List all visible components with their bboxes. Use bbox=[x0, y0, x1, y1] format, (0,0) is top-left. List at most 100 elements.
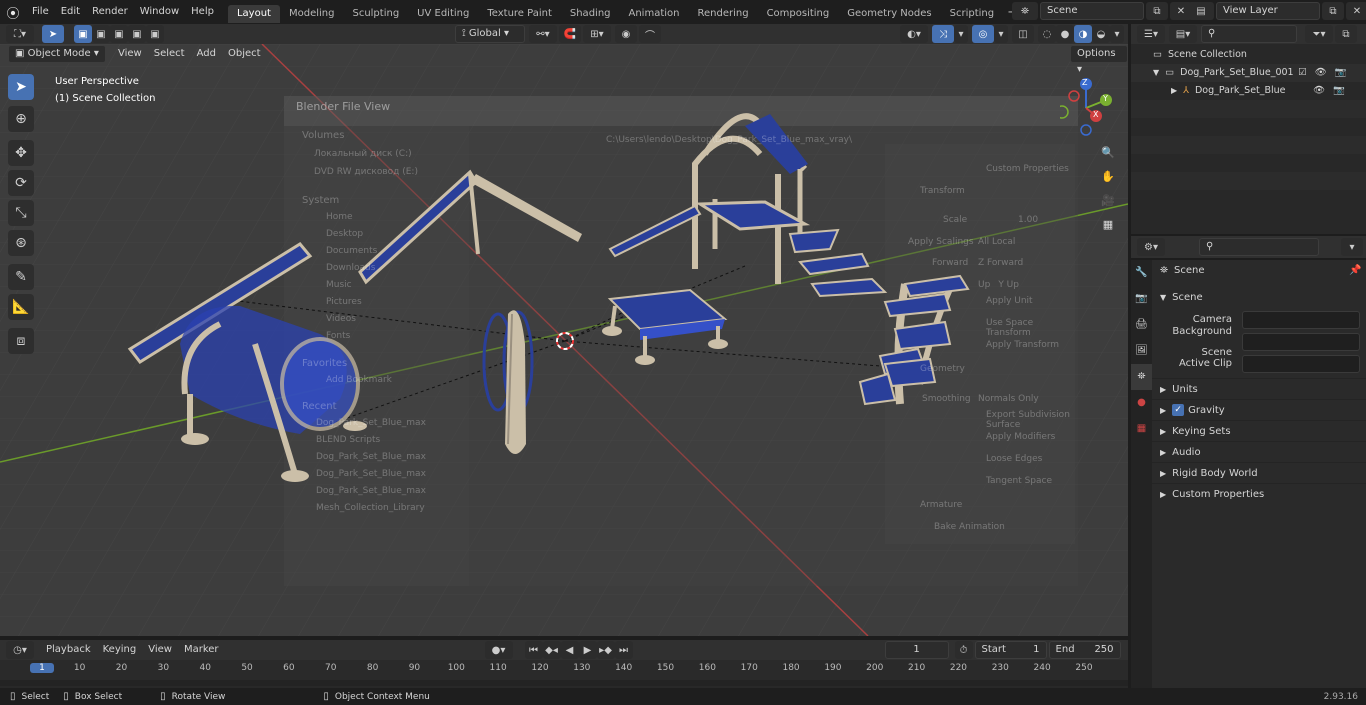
move-tool-icon[interactable]: ✥ bbox=[8, 140, 34, 166]
scene-name-field[interactable]: Scene bbox=[1040, 2, 1144, 20]
camera-view-icon[interactable]: 🎥 bbox=[1098, 190, 1118, 210]
tab-layout[interactable]: Layout bbox=[227, 4, 280, 23]
panel-custom-properties[interactable]: ▶ Custom Properties bbox=[1152, 483, 1366, 504]
current-frame-marker[interactable]: 1 bbox=[30, 663, 54, 673]
preview-range-icon[interactable]: ⏱ bbox=[954, 641, 973, 659]
proportional-edit-icon[interactable]: ◉ bbox=[615, 25, 637, 43]
shading-wireframe-icon[interactable]: ◌ bbox=[1038, 25, 1056, 43]
menu-help[interactable]: Help bbox=[185, 0, 220, 24]
overlay-dropdown-icon[interactable]: ▾ bbox=[994, 25, 1008, 43]
eye-icon[interactable]: 👁 bbox=[1315, 64, 1327, 82]
select-invert-icon[interactable]: ▣ bbox=[128, 25, 146, 43]
editor-type-icon[interactable]: ⛶▾ bbox=[6, 25, 34, 43]
snap-icon[interactable]: 🧲 bbox=[559, 25, 581, 43]
display-mode-icon[interactable]: ▤▾ bbox=[1169, 25, 1197, 43]
tab-rendering[interactable]: Rendering bbox=[688, 5, 757, 23]
output-tab-icon[interactable]: 🖨 bbox=[1131, 312, 1152, 338]
transform-tool-icon[interactable]: ⊛ bbox=[8, 230, 34, 256]
viewport-menu-add[interactable]: Add bbox=[191, 44, 222, 64]
new-scene-icon[interactable]: ⧉ bbox=[1146, 2, 1168, 20]
viewport-menu-view[interactable]: View bbox=[112, 44, 148, 64]
end-frame-field[interactable]: End 250 bbox=[1048, 641, 1121, 659]
jump-keyframe-back-icon[interactable]: ◆◂ bbox=[542, 641, 561, 659]
select-extend-icon[interactable]: ▣ bbox=[92, 25, 110, 43]
zoom-icon[interactable]: 🔍 bbox=[1098, 142, 1118, 162]
tool-tab-icon[interactable]: 🔧 bbox=[1131, 260, 1152, 286]
property-field-input[interactable] bbox=[1242, 332, 1360, 351]
shading-solid-icon[interactable]: ● bbox=[1056, 25, 1074, 43]
current-frame-field[interactable]: 1 bbox=[884, 641, 949, 659]
annotate-tool-icon[interactable]: ✎ bbox=[8, 264, 34, 290]
camera-render-icon[interactable]: 📷 bbox=[1335, 64, 1347, 82]
rotate-tool-icon[interactable]: ⟳ bbox=[8, 170, 34, 196]
select-subtract-icon[interactable]: ▣ bbox=[110, 25, 128, 43]
pan-hand-icon[interactable]: ✋ bbox=[1098, 166, 1118, 186]
timeline-editor-icon[interactable]: ◷▾ bbox=[6, 641, 34, 659]
camera-render-icon[interactable]: 📷 bbox=[1333, 82, 1345, 100]
scale-tool-icon[interactable]: ⤡ bbox=[8, 200, 34, 226]
start-frame-field[interactable]: Start 1 bbox=[974, 641, 1047, 659]
panel-keying-sets[interactable]: ▶ Keying Sets bbox=[1152, 420, 1366, 441]
gravity-checkbox-icon[interactable]: ✓ bbox=[1172, 404, 1185, 416]
tab-modeling[interactable]: Modeling bbox=[280, 5, 344, 23]
snap-target-icon[interactable]: ⊞▾ bbox=[583, 25, 611, 43]
outliner-item-row[interactable]: ▼ ▭ Dog_Park_Set_Blue_001 ☑ 👁 📷 bbox=[1131, 64, 1366, 82]
tab-shading[interactable]: Shading bbox=[561, 5, 620, 23]
exclude-checkbox-icon[interactable]: ☑ bbox=[1298, 64, 1307, 82]
record-button-icon[interactable]: ●▾ bbox=[484, 641, 513, 659]
scene-panel-header[interactable]: ▼ Scene bbox=[1152, 287, 1366, 308]
tab-texture-paint[interactable]: Texture Paint bbox=[478, 5, 561, 23]
panel-units[interactable]: ▶ Units bbox=[1152, 378, 1366, 399]
outliner-item-row[interactable]: ▶ ⅄ Dog_Park_Set_Blue 👁 📷 bbox=[1131, 82, 1366, 100]
world-tab-icon[interactable]: ● bbox=[1131, 390, 1152, 416]
viewport-menu-select[interactable]: Select bbox=[148, 44, 191, 64]
play-icon[interactable]: ▶ bbox=[578, 641, 597, 659]
property-field-input[interactable] bbox=[1242, 310, 1360, 329]
property-field-input[interactable] bbox=[1242, 354, 1360, 373]
gizmo-icon[interactable]: ⤨ bbox=[932, 25, 954, 43]
shading-material-icon[interactable]: ◑ bbox=[1074, 25, 1092, 43]
play-reverse-icon[interactable]: ◀ bbox=[560, 641, 579, 659]
overlay-icon[interactable]: ◎ bbox=[972, 25, 994, 43]
viewport-menu-object[interactable]: Object bbox=[222, 44, 267, 64]
texture-tab-icon[interactable]: ▦ bbox=[1131, 416, 1152, 442]
timeline-menu-marker[interactable]: Marker bbox=[178, 640, 225, 660]
outliner-editor-icon[interactable]: ☰▾ bbox=[1137, 25, 1165, 43]
new-collection-icon[interactable]: ⧉ bbox=[1335, 25, 1357, 43]
render-tab-icon[interactable]: 📷 bbox=[1131, 286, 1152, 312]
menu-edit[interactable]: Edit bbox=[55, 0, 86, 24]
menu-file[interactable]: File bbox=[26, 0, 55, 24]
expand-arrow-icon[interactable]: ▶ bbox=[1171, 82, 1177, 100]
timeline-menu-keying[interactable]: Keying bbox=[97, 640, 143, 660]
options-dropdown[interactable]: Options ▾ bbox=[1070, 45, 1128, 75]
tab-uv-editing[interactable]: UV Editing bbox=[408, 5, 478, 23]
navigation-gizmo[interactable]: Z Y X bbox=[1055, 74, 1124, 138]
properties-editor-icon[interactable]: ⚙▾ bbox=[1137, 238, 1165, 256]
shading-dropdown-icon[interactable]: ▾ bbox=[1110, 25, 1124, 43]
shading-rendered-icon[interactable]: ◒ bbox=[1092, 25, 1110, 43]
expand-arrow-icon[interactable]: ▼ bbox=[1153, 64, 1159, 82]
properties-search-field[interactable]: ⚲ bbox=[1199, 238, 1319, 256]
tab-scripting[interactable]: Scripting bbox=[941, 5, 1003, 23]
select-new-icon[interactable]: ▣ bbox=[74, 25, 92, 43]
panel-gravity[interactable]: ▶ ✓ Gravity bbox=[1152, 399, 1366, 420]
add-cube-tool-icon[interactable]: ⧈ bbox=[8, 328, 34, 354]
tab-sculpting[interactable]: Sculpting bbox=[343, 5, 408, 23]
timeline-scrollbar[interactable] bbox=[0, 680, 1128, 686]
select-intersect-icon[interactable]: ▣ bbox=[146, 25, 164, 43]
pin-icon[interactable]: 📌 bbox=[1349, 260, 1361, 281]
tab-compositing[interactable]: Compositing bbox=[758, 5, 839, 23]
tab-geometry-nodes[interactable]: Geometry Nodes bbox=[838, 5, 940, 23]
outliner-root-row[interactable]: ▭ Scene Collection bbox=[1131, 46, 1366, 64]
view-layer-tab-icon[interactable]: 🖼 bbox=[1131, 338, 1152, 364]
panel-rigid-body-world[interactable]: ▶ Rigid Body World bbox=[1152, 462, 1366, 483]
measure-tool-icon[interactable]: 📐 bbox=[8, 294, 34, 320]
new-view-layer-icon[interactable]: ⧉ bbox=[1322, 2, 1344, 20]
panel-audio[interactable]: ▶ Audio bbox=[1152, 441, 1366, 462]
timeline-menu-view[interactable]: View bbox=[142, 640, 178, 660]
gizmo-dropdown-icon[interactable]: ▾ bbox=[954, 25, 968, 43]
jump-start-icon[interactable]: ⏮ bbox=[524, 641, 543, 659]
visibility-icon[interactable]: ◐▾ bbox=[900, 25, 928, 43]
remove-view-layer-icon[interactable]: ✕ bbox=[1346, 2, 1366, 20]
falloff-icon[interactable]: ⌒ bbox=[639, 25, 661, 43]
